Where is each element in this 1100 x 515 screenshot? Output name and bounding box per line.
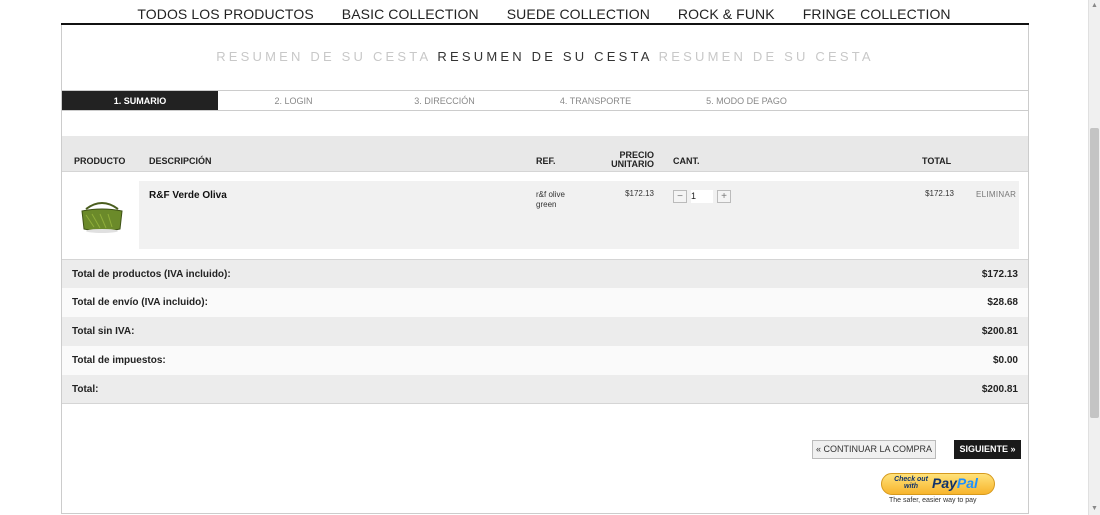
- nav-basic-collection[interactable]: BASIC COLLECTION: [328, 0, 493, 24]
- total-envio-row: Total de envío (IVA incluido): $28.68: [62, 288, 1028, 317]
- paypal-logo-pay: Pay: [932, 475, 957, 491]
- total-value: $200.81: [981, 326, 1018, 337]
- top-navigation: TODOS LOS PRODUCTOS BASIC COLLECTION SUE…: [0, 0, 1088, 24]
- header-producto: PRODUCTO: [74, 156, 126, 166]
- header-descripcion: DESCRIPCIÓN: [149, 156, 212, 166]
- checkout-steps: 1. SUMARIO 2. LOGIN 3. DIRECCIÓN 4. TRAN…: [62, 90, 1028, 111]
- cart-item-row: [139, 181, 1019, 249]
- title-main: RESUMEN DE SU CESTA: [437, 49, 652, 64]
- paypal-tagline: The safer, easier way to pay: [889, 497, 977, 504]
- cart-panel: RESUMEN DE SU CESTA RESUMEN DE SU CESTA …: [61, 25, 1029, 514]
- grand-total-row: Total: $200.81: [62, 375, 1028, 404]
- total-value: $28.68: [987, 297, 1018, 308]
- minus-icon[interactable]: −: [673, 190, 687, 203]
- page-title: RESUMEN DE SU CESTA RESUMEN DE SU CESTA …: [62, 49, 1028, 64]
- next-button[interactable]: SIGUIENTE »: [954, 440, 1021, 459]
- header-cant: CANT.: [673, 156, 700, 166]
- total-label: Total de envío (IVA incluido):: [72, 297, 208, 308]
- header-ref: REF.: [536, 156, 556, 166]
- total-sin-iva-row: Total sin IVA: $200.81: [62, 317, 1028, 346]
- total-label: Total de productos (IVA incluido):: [72, 269, 231, 280]
- paypal-small-label: Check out with: [894, 476, 928, 490]
- page-scrollbar[interactable]: ▲ ▼: [1088, 0, 1100, 515]
- scroll-down-icon[interactable]: ▼: [1089, 503, 1100, 514]
- nav-fringe-collection[interactable]: FRINGE COLLECTION: [789, 0, 965, 24]
- step-sumario: 1. SUMARIO: [62, 91, 218, 110]
- total-value: $200.81: [981, 384, 1018, 395]
- item-ref: r&f olive green: [536, 190, 565, 209]
- nav-todos-los-productos[interactable]: TODOS LOS PRODUCTOS: [123, 0, 327, 24]
- total-label: Total sin IVA:: [72, 326, 135, 337]
- header-precio-unitario: PRECIO UNITARIO: [611, 150, 654, 169]
- step-transporte: 4. TRANSPORTE: [559, 96, 632, 106]
- paypal-logo: PayPal: [932, 475, 978, 491]
- item-name[interactable]: R&F Verde Oliva: [149, 190, 227, 201]
- total-value: $0.00: [992, 355, 1018, 366]
- scroll-thumb[interactable]: [1090, 128, 1099, 418]
- item-total: $172.13: [925, 189, 954, 198]
- step-login: 2. LOGIN: [274, 96, 313, 106]
- header-total: TOTAL: [922, 156, 952, 166]
- quantity-input[interactable]: 1: [691, 190, 713, 203]
- paypal-checkout-button[interactable]: Check out with PayPal The safer, easier …: [879, 473, 997, 509]
- title-echo-left: RESUMEN DE SU CESTA: [216, 49, 431, 64]
- step-modo-de-pago: 5. MODO DE PAGO: [706, 96, 787, 106]
- total-label: Total:: [72, 384, 99, 395]
- item-unit-price: $172.13: [625, 189, 654, 198]
- remove-item-link[interactable]: ELIMINAR: [976, 190, 1016, 199]
- title-echo-right: RESUMEN DE SU CESTA: [658, 49, 874, 64]
- nav-rock-funk[interactable]: ROCK & FUNK: [664, 0, 789, 24]
- scroll-up-icon[interactable]: ▲: [1089, 0, 1100, 11]
- step-direccion: 3. DIRECCIÓN: [414, 96, 475, 106]
- total-productos-row: Total de productos (IVA incluido): $172.…: [62, 259, 1028, 288]
- total-impuestos-row: Total de impuestos: $0.00: [62, 346, 1028, 375]
- cart-table-header: PRODUCTO DESCRIPCIÓN REF. PRECIO UNITARI…: [62, 136, 1028, 172]
- plus-icon[interactable]: +: [717, 190, 731, 203]
- quantity-stepper: − 1 +: [673, 190, 731, 203]
- bag-product-image[interactable]: [78, 195, 126, 235]
- continue-shopping-button[interactable]: « CONTINUAR LA COMPRA: [812, 440, 936, 459]
- total-value: $172.13: [981, 269, 1018, 280]
- nav-suede-collection[interactable]: SUEDE COLLECTION: [493, 0, 664, 24]
- paypal-logo-pal: Pal: [956, 475, 978, 491]
- total-label: Total de impuestos:: [72, 355, 166, 366]
